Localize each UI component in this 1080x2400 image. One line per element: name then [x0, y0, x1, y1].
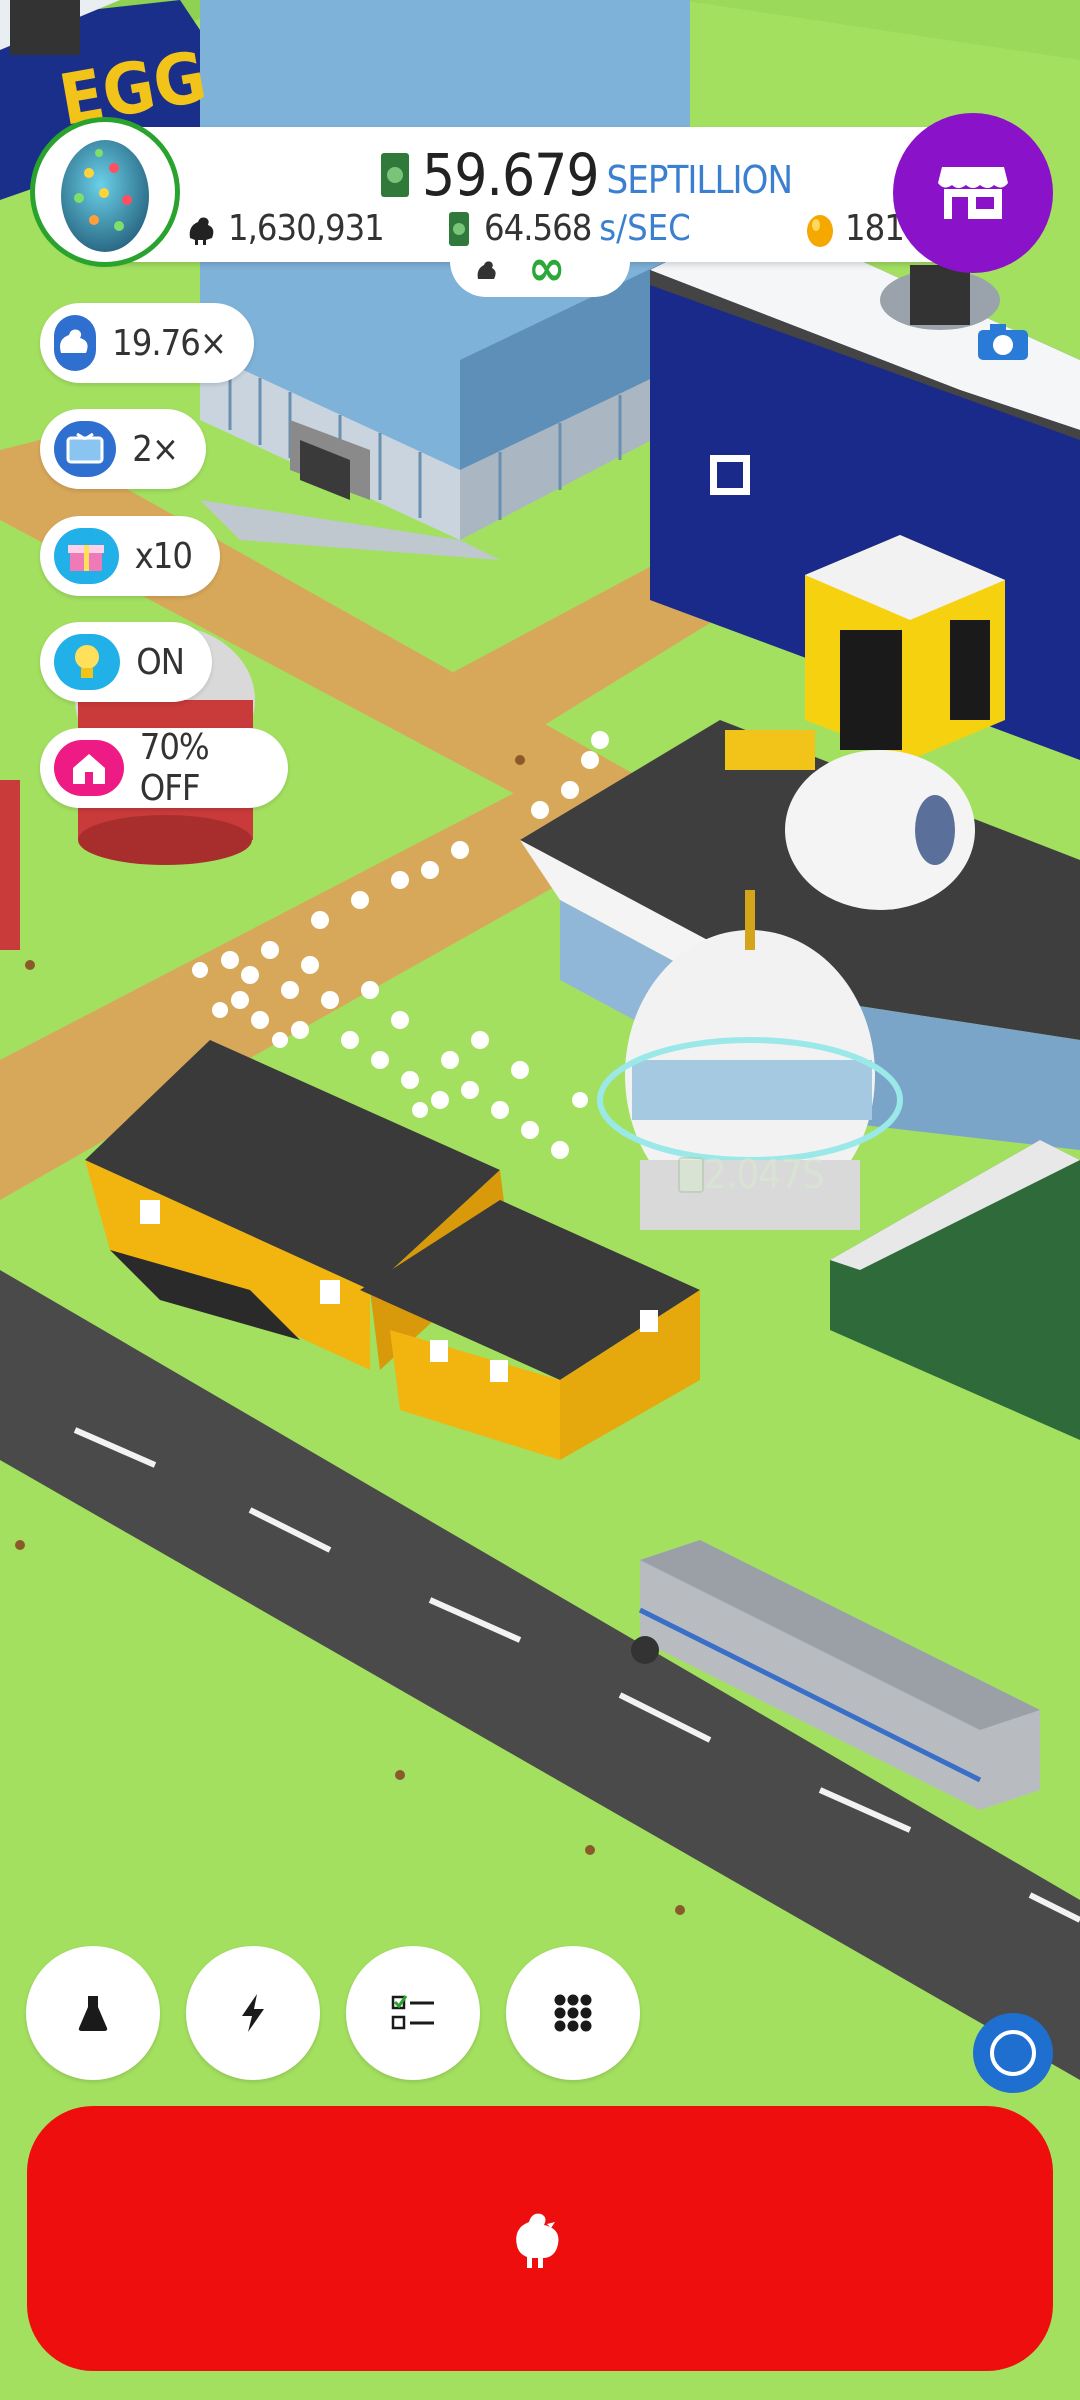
video-ad-icon: [54, 421, 117, 477]
silo-income-value: 2.047S: [704, 1152, 825, 1198]
boost-gift-label: x10: [134, 535, 193, 577]
holiday-egg-icon: [61, 140, 149, 252]
boost-chicken-multiplier[interactable]: 19.76×: [40, 303, 254, 383]
house-discount-icon: [54, 740, 124, 796]
money-unit: SEPTILLION: [606, 158, 793, 202]
chicken-multiplier-icon: [54, 315, 97, 371]
cash-icon: [449, 211, 469, 246]
boost-chicken-multiplier-label: 19.76×: [112, 322, 227, 364]
store-icon: [938, 167, 1008, 219]
floating-circle-button[interactable]: [973, 2013, 1053, 2093]
boost-lightbulb-label: ON: [136, 641, 185, 683]
boosts-button[interactable]: [186, 1946, 320, 2080]
golden-eggs[interactable]: 181: [805, 208, 905, 249]
egg-avatar-button[interactable]: [30, 117, 180, 267]
boost-house-discount-label: 70% OFF: [139, 727, 210, 809]
lightbulb-icon: [54, 634, 121, 690]
shop-button[interactable]: [893, 113, 1053, 273]
earn-rate-value: 64.568: [484, 208, 592, 249]
flask-icon: [78, 1996, 108, 2031]
money-value: 59.679: [422, 141, 600, 209]
checklist-icon: [391, 1995, 434, 2030]
chicken-icon: [516, 2213, 559, 2268]
chicken-silhouette-icon: [477, 261, 496, 279]
earn-rate: 64.568 s/SEC: [448, 208, 691, 249]
menu-button[interactable]: [506, 1946, 640, 2080]
missions-button[interactable]: [346, 1946, 480, 2080]
boost-lightbulb[interactable]: ON: [40, 622, 212, 702]
earn-rate-unit: s/SEC: [599, 208, 691, 249]
gift-box-icon: [54, 528, 119, 584]
cash-icon: [678, 1157, 704, 1193]
grid-menu-icon: [554, 1994, 592, 2032]
boost-house-discount[interactable]: 70% OFF: [40, 727, 288, 809]
boost-video-ad[interactable]: 2×: [40, 409, 206, 489]
chicken-count-value: 1,630,931: [228, 208, 385, 249]
chicken-count: 1,630,931: [186, 208, 385, 249]
chicken-icon: [189, 217, 214, 245]
golden-egg-icon: [807, 214, 833, 247]
cash-icon: [381, 153, 409, 197]
boost-gift[interactable]: x10: [40, 516, 220, 596]
silo-income-label: 2.047S: [678, 1152, 825, 1198]
hatch-chicken-button[interactable]: [27, 2106, 1053, 2371]
circle-icon: [990, 2030, 1036, 2076]
boost-video-ad-label: 2×: [132, 428, 179, 470]
research-button[interactable]: [26, 1946, 160, 2080]
money-display: 59.679 SEPTILLION: [380, 140, 793, 210]
stats-bar-tab[interactable]: ∞: [450, 239, 630, 297]
lightning-icon: [242, 1994, 264, 2032]
